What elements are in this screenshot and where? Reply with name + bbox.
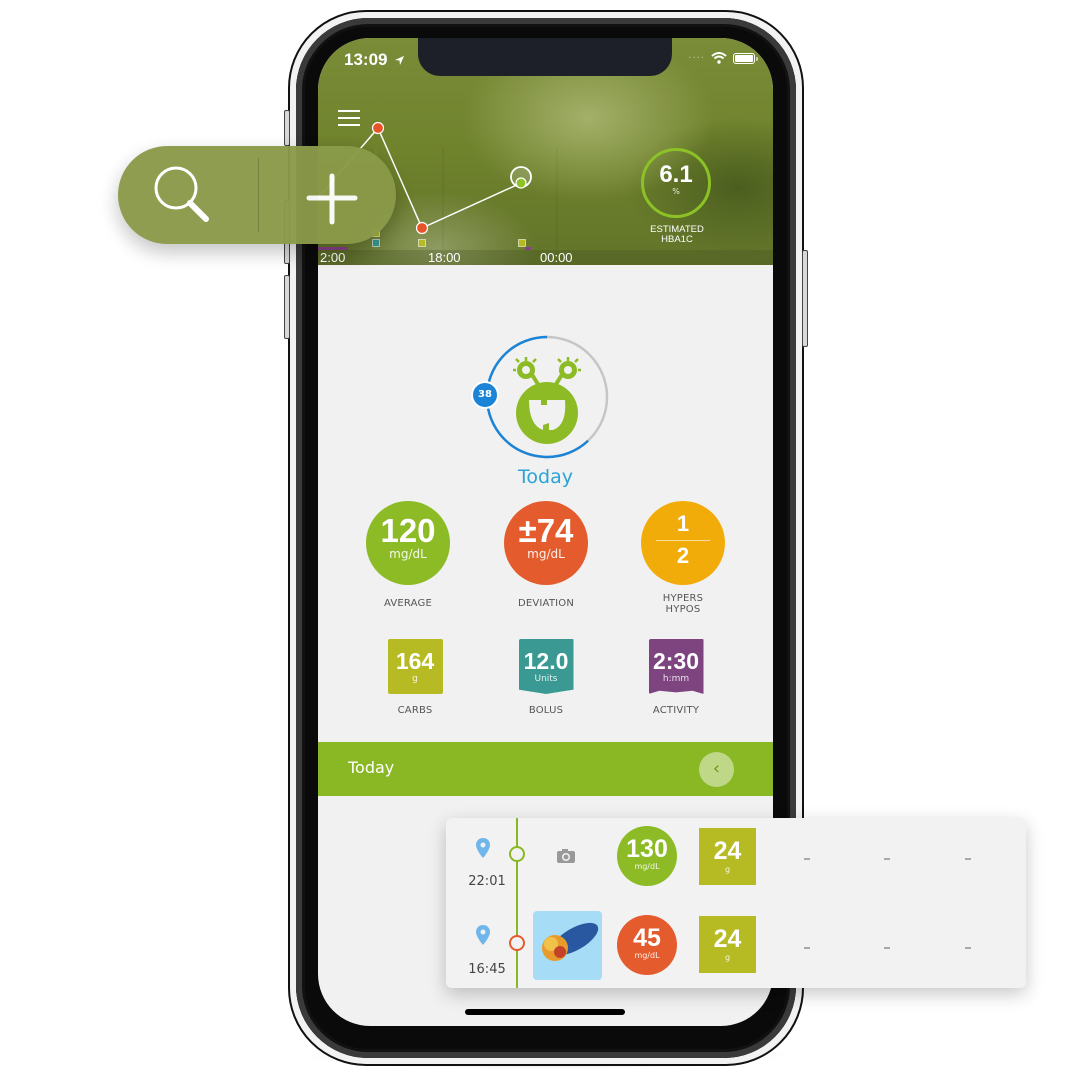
- location-pin-icon[interactable]: [476, 838, 490, 858]
- glucose-reading: 130 mg/dL: [617, 826, 677, 886]
- carbs-metric[interactable]: 164 g CARBS: [355, 639, 475, 716]
- entry-time: 16:45: [468, 962, 506, 977]
- glucose-reading: 45 mg/dL: [617, 915, 677, 975]
- carbs-label: CARBS: [397, 705, 433, 716]
- hba1c-unit: %: [672, 187, 680, 196]
- deviation-label: DEVIATION: [517, 598, 575, 609]
- bolus-label: BOLUS: [528, 705, 564, 716]
- points-badge: 38: [471, 381, 499, 409]
- deviation-circle: ±74 mg/dL: [504, 501, 588, 585]
- fraction-divider: [656, 540, 710, 541]
- empty-value: [804, 858, 810, 860]
- monster-mascot-icon: [513, 357, 581, 444]
- empty-value: [804, 947, 810, 949]
- empty-value: [884, 858, 890, 860]
- carbs-reading: 24 g: [699, 916, 756, 973]
- hypers-hypos-label: HYPERS HYPOS: [662, 593, 704, 615]
- hypers-count: 1: [676, 511, 690, 536]
- empty-value: [965, 858, 971, 860]
- average-unit: mg/dL: [389, 547, 427, 561]
- x-tick-label: 2:00: [320, 250, 345, 265]
- bolus-tile: 12.0 Units: [518, 639, 574, 694]
- food-photo[interactable]: [533, 911, 602, 980]
- hba1c-value: 6.1: [659, 161, 693, 188]
- phone-mute-switch: [284, 110, 290, 146]
- hba1c-ring[interactable]: 6.1 %: [641, 148, 711, 218]
- hamburger-menu-icon[interactable]: [338, 110, 360, 128]
- activity-tile: 2:30 h:mm: [648, 639, 704, 694]
- activity-label: ACTIVITY: [652, 705, 700, 716]
- log-entries-card: 22:01 130 mg/dL 24 g 16:45 45 mg/dL 24 g: [446, 818, 1026, 988]
- signal-icon: ····: [688, 52, 705, 64]
- carbs-marker: [518, 239, 526, 247]
- carbs-value: 164: [395, 648, 435, 674]
- phone-notch: [418, 38, 672, 76]
- glucose-point: [515, 177, 527, 189]
- location-arrow-icon: [395, 55, 405, 66]
- hba1c-label: ESTIMATED HBA1C: [650, 224, 704, 245]
- chevron-left-icon[interactable]: ‹: [699, 752, 734, 787]
- phone-volume-down-button: [284, 275, 290, 339]
- hypers-hypos-circle: 1 2: [641, 501, 725, 585]
- average-label: AVERAGE: [383, 598, 433, 609]
- carbs-tile: 164 g: [387, 639, 443, 694]
- x-tick-label: 18:00: [428, 250, 461, 265]
- monster-progress-ring[interactable]: [483, 333, 611, 461]
- status-icons: ····: [688, 52, 758, 64]
- carbs-unit: g: [412, 674, 418, 684]
- pill-divider: [258, 158, 259, 232]
- deviation-metric[interactable]: ±74 mg/dL DEVIATION: [486, 501, 606, 609]
- home-indicator: [465, 1009, 625, 1015]
- activity-value: 2:30: [652, 648, 700, 674]
- hypos-count: 2: [676, 543, 690, 568]
- search-button[interactable]: [138, 146, 258, 244]
- section-title: Today: [348, 758, 395, 777]
- bolus-value: 12.0: [523, 648, 569, 674]
- log-entry[interactable]: 22:01 130 mg/dL 24 g: [446, 818, 1026, 903]
- deviation-value: ±74: [518, 512, 574, 549]
- activity-metric[interactable]: 2:30 h:mm ACTIVITY: [616, 639, 736, 716]
- average-value: 120: [380, 512, 436, 549]
- today-title: Today: [518, 466, 573, 488]
- activity-unit: h:mm: [662, 674, 690, 684]
- carbs-reading: 24 g: [699, 828, 756, 885]
- hypers-hypos-metric[interactable]: 1 2 HYPERS HYPOS: [623, 501, 743, 615]
- empty-value: [884, 947, 890, 949]
- search-icon: [154, 166, 209, 222]
- wifi-icon: [711, 52, 727, 64]
- bolus-metric[interactable]: 12.0 Units BOLUS: [486, 639, 606, 716]
- food-image: [542, 922, 599, 961]
- add-button[interactable]: [268, 146, 388, 244]
- location-pin-icon[interactable]: [476, 925, 490, 945]
- glucose-point: [415, 221, 429, 235]
- search-add-pill: [118, 146, 396, 244]
- today-section-bar: Today ‹: [318, 742, 773, 796]
- entry-time: 22:01: [468, 874, 506, 889]
- x-tick-label: 00:00: [540, 250, 573, 265]
- battery-icon: [733, 52, 758, 64]
- log-entry[interactable]: 16:45 45 mg/dL 24 g: [446, 903, 1026, 988]
- timeline-node: [509, 935, 525, 951]
- timeline-node: [509, 846, 525, 862]
- deviation-unit: mg/dL: [527, 547, 565, 561]
- activity-marker: [525, 247, 531, 250]
- carbs-marker: [418, 239, 426, 247]
- camera-icon[interactable]: [556, 848, 576, 864]
- status-time: 13:09: [344, 50, 405, 70]
- phone-power-button: [802, 250, 808, 347]
- average-circle: 120 mg/dL: [366, 501, 450, 585]
- empty-value: [965, 947, 971, 949]
- glucose-point: [371, 121, 385, 135]
- plus-icon: [306, 173, 358, 225]
- bolus-unit: Units: [534, 674, 558, 684]
- monster-svg: [485, 335, 609, 459]
- average-metric[interactable]: 120 mg/dL AVERAGE: [348, 501, 468, 609]
